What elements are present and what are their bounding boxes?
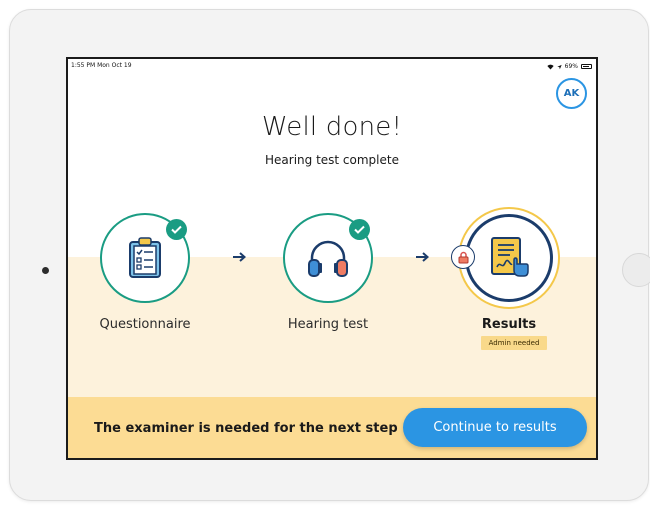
lock-icon — [451, 245, 475, 269]
location-icon — [556, 64, 562, 69]
admin-needed-badge: Admin needed — [481, 336, 547, 350]
battery-icon — [581, 64, 592, 69]
results-label: Results — [481, 317, 537, 332]
home-button[interactable] — [622, 253, 650, 287]
headphones-icon — [308, 240, 348, 277]
continue-to-results-button[interactable]: Continue to results — [403, 408, 587, 447]
questionnaire-check-icon — [166, 219, 187, 240]
arrow-right-icon — [416, 252, 429, 262]
camera-dot — [42, 267, 49, 274]
arrow-right-icon — [233, 252, 246, 262]
app-screen: 1:55 PM Mon Oct 19 69% AK Well done! Hea… — [66, 57, 598, 460]
battery-percent: 69% — [564, 63, 578, 70]
examiner-message: The examiner is needed for the next step — [94, 421, 398, 436]
status-bar: 1:55 PM Mon Oct 19 69% — [68, 59, 596, 71]
avatar-initials: AK — [563, 88, 580, 99]
status-time: 1:55 PM Mon Oct 19 — [71, 62, 132, 69]
page-title: Well done! — [261, 112, 403, 142]
step-results[interactable] — [465, 214, 553, 302]
questionnaire-label: Questionnaire — [99, 317, 191, 332]
clipboard-icon — [129, 237, 161, 278]
hearing-test-check-icon — [349, 219, 370, 240]
footer-bar: The examiner is needed for the next step… — [68, 397, 596, 458]
signed-document-icon — [491, 237, 529, 277]
hearing-test-label: Hearing test — [287, 317, 369, 332]
status-indicators: 69% — [547, 62, 592, 71]
wifi-icon — [547, 64, 554, 69]
page-subtitle: Hearing test complete — [265, 153, 399, 167]
user-avatar[interactable]: AK — [556, 78, 587, 109]
